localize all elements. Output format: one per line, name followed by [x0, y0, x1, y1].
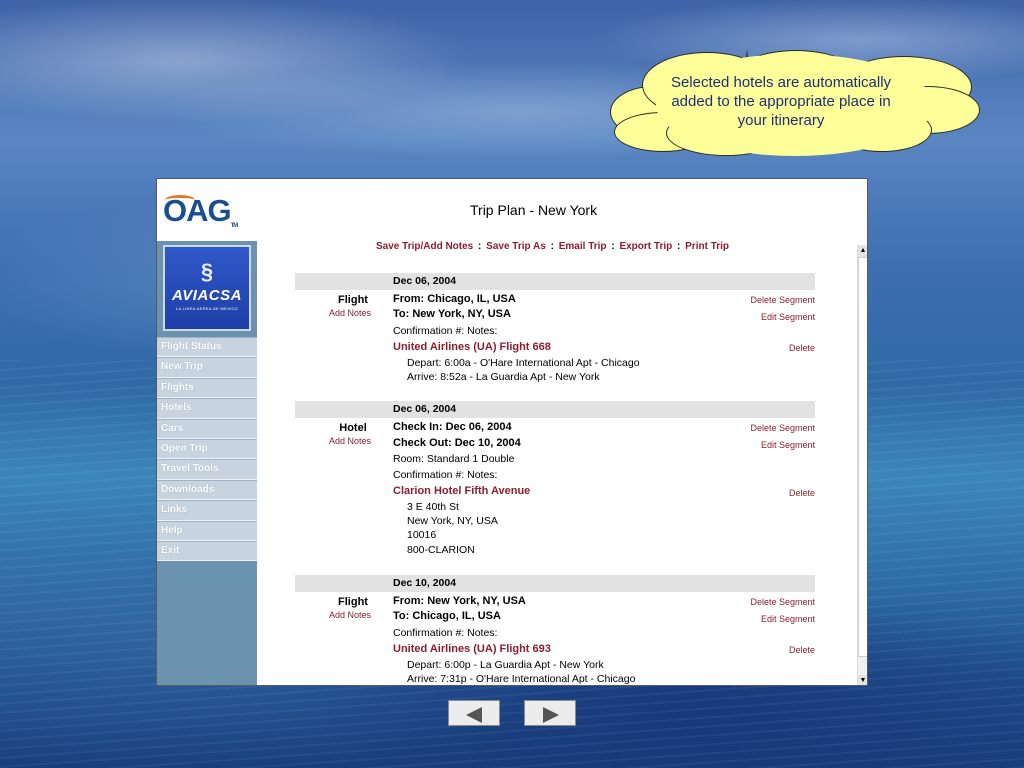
sidebar-item-new-trip[interactable]: New Trip	[157, 357, 257, 378]
flight-title-link[interactable]: United Airlines (UA) Flight 693	[393, 643, 551, 655]
sidebar-item-hotels[interactable]: Hotels	[157, 398, 257, 419]
sidebar-item-flights[interactable]: Flights	[157, 377, 257, 399]
hotel-room: Room: Standard 1 Double	[393, 453, 515, 465]
scroll-down-arrow-icon[interactable]: ▼	[858, 675, 867, 685]
flight-depart: Depart: 6:00p - La Guardia Apt - New Yor…	[407, 659, 604, 671]
delete-link[interactable]: Delete	[789, 645, 815, 655]
sidebar-item-travel-tools[interactable]: Travel Tools	[157, 459, 257, 480]
add-notes-link[interactable]: Add Notes	[315, 610, 385, 620]
toolbar-separator: :	[478, 241, 482, 252]
flight-to: To: New York, NY, USA	[393, 308, 511, 320]
page-title: Trip Plan - New York	[470, 202, 598, 218]
edit-segment-link[interactable]: Edit Segment	[761, 440, 815, 450]
delete-segment-link[interactable]: Delete Segment	[750, 295, 815, 305]
callout-text: Selected hotels are automatically added …	[670, 74, 892, 129]
delete-link[interactable]: Delete	[789, 343, 815, 353]
delete-segment-link[interactable]: Delete Segment	[750, 597, 815, 607]
segment-date: Dec 06, 2004	[295, 401, 815, 418]
save-trip-as-link[interactable]: Save Trip As	[486, 241, 546, 252]
add-notes-link[interactable]: Add Notes	[315, 308, 385, 318]
print-trip-link[interactable]: Print Trip	[685, 241, 729, 252]
edit-segment-link[interactable]: Edit Segment	[761, 614, 815, 624]
flight-arrive: Arrive: 8:52a - La Guardia Apt - New Yor…	[407, 371, 600, 383]
segment-type: Flight	[338, 596, 368, 608]
confirmation-notes: Confirmation #: Notes:	[393, 325, 498, 337]
delete-link[interactable]: Delete	[789, 488, 815, 498]
flight-to: To: Chicago, IL, USA	[393, 610, 501, 622]
airline-logo: § AVIACSA LA LINEA AEREA DE MEXICO	[163, 245, 251, 331]
trip-plan-window: OAGTM Trip Plan - New York § AVIACSA LA …	[156, 178, 868, 686]
sidebar: § AVIACSA LA LINEA AEREA DE MEXICO Fligh…	[157, 241, 257, 685]
flight-arrive: Arrive: 7:31p - O'Hare International Apt…	[407, 673, 636, 685]
save-trip-add-notes-link[interactable]: Save Trip/Add Notes	[376, 241, 473, 252]
itinerary-segment-hotel: Dec 06, 2004 Hotel Add Notes Check In: D…	[295, 401, 815, 573]
scroll-up-arrow-icon[interactable]: ▲	[858, 245, 867, 257]
flight-from: From: Chicago, IL, USA	[393, 293, 516, 305]
hotel-title-link[interactable]: Clarion Hotel Fifth Avenue	[393, 485, 530, 497]
sidebar-nav: Flight Status New Trip Flights Hotels Ca…	[157, 337, 257, 562]
toolbar-separator: :	[677, 241, 681, 252]
trip-toolbar: Save Trip/Add Notes : Save Trip As : Ema…	[376, 241, 729, 252]
flight-from: From: New York, NY, USA	[393, 595, 526, 607]
sidebar-item-downloads[interactable]: Downloads	[157, 479, 257, 501]
hotel-check-in: Check In: Dec 06, 2004	[393, 421, 512, 433]
hotel-address-city: New York, NY, USA	[407, 515, 498, 527]
oag-logo: OAGTM	[163, 193, 239, 229]
airline-tagline: LA LINEA AEREA DE MEXICO	[175, 306, 239, 311]
scroll-thumb[interactable]	[858, 257, 867, 657]
toolbar-separator: :	[550, 241, 554, 252]
confirmation-notes: Confirmation #: Notes:	[393, 627, 498, 639]
seahorse-icon: §	[200, 259, 214, 284]
delete-segment-link[interactable]: Delete Segment	[750, 423, 815, 433]
previous-slide-button[interactable]	[448, 700, 500, 726]
itinerary-segment-flight: Dec 06, 2004 Flight Add Notes From: Chic…	[295, 273, 815, 401]
segment-date: Dec 06, 2004	[295, 273, 815, 290]
segment-type: Flight	[338, 294, 368, 306]
sidebar-item-help[interactable]: Help	[157, 520, 257, 541]
toolbar-separator: :	[611, 241, 615, 252]
edit-segment-link[interactable]: Edit Segment	[761, 312, 815, 322]
flight-depart: Depart: 6:00a - O'Hare International Apt…	[407, 357, 640, 369]
hotel-address-street: 3 E 40th St	[407, 501, 459, 513]
itinerary-segment-flight: Dec 10, 2004 Flight Add Notes From: New …	[295, 575, 815, 685]
hotel-check-out: Check Out: Dec 10, 2004	[393, 437, 521, 449]
flight-title-link[interactable]: United Airlines (UA) Flight 668	[393, 341, 551, 353]
hotel-phone: 800-CLARION	[407, 544, 475, 556]
sidebar-item-exit[interactable]: Exit	[157, 540, 257, 562]
hotel-address-zip: 10016	[407, 529, 437, 541]
segment-date: Dec 10, 2004	[295, 575, 815, 592]
airline-name: AVIACSA	[172, 287, 242, 304]
arrow-left-icon	[466, 707, 482, 723]
sidebar-item-flight-status[interactable]: Flight Status	[157, 337, 257, 358]
sidebar-item-open-trip[interactable]: Open Trip	[157, 438, 257, 460]
confirmation-notes: Confirmation #: Notes:	[393, 469, 498, 481]
vertical-scrollbar[interactable]: ▲ ▼	[857, 245, 867, 685]
sidebar-item-cars[interactable]: Cars	[157, 418, 257, 439]
logo-trademark: TM	[230, 223, 239, 229]
email-trip-link[interactable]: Email Trip	[559, 241, 607, 252]
itinerary: Dec 06, 2004 Flight Add Notes From: Chic…	[257, 271, 857, 685]
export-trip-link[interactable]: Export Trip	[619, 241, 672, 252]
segment-type: Hotel	[339, 422, 367, 434]
sidebar-item-links[interactable]: Links	[157, 500, 257, 521]
logo-swoosh-icon	[165, 195, 195, 205]
add-notes-link[interactable]: Add Notes	[315, 436, 385, 446]
header: OAGTM Trip Plan - New York	[157, 179, 867, 241]
next-slide-button[interactable]	[524, 700, 576, 726]
arrow-right-icon	[543, 707, 559, 723]
